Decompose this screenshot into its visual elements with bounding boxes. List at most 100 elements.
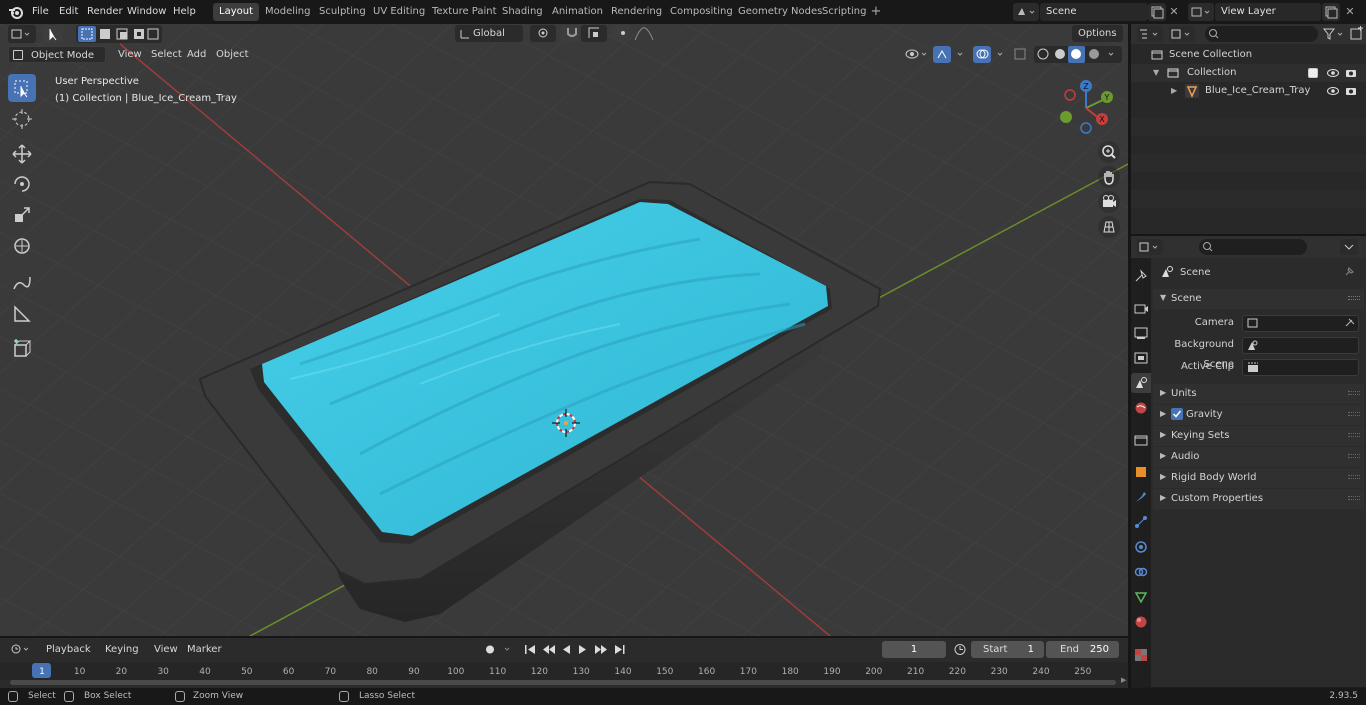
zoom-view-icon[interactable] [1098, 141, 1120, 163]
data-tab-icon[interactable] [1133, 589, 1149, 605]
modifier-tab-icon[interactable] [1133, 489, 1149, 505]
collection-exclude-checkbox[interactable] [1308, 68, 1318, 78]
3d-viewport[interactable]: Object Mode View Select Add Object Globa… [0, 24, 1128, 636]
cursor-tool-icon[interactable] [8, 105, 36, 133]
collection-render-icon[interactable] [1344, 66, 1358, 80]
expand-custom-properties-icon[interactable]: ▶ [1160, 493, 1166, 502]
move-tool-icon[interactable] [8, 140, 36, 168]
scene-tab-icon[interactable] [1133, 375, 1149, 391]
material-tab-icon[interactable] [1133, 614, 1149, 630]
viewport-menu-add[interactable]: Add [181, 46, 212, 63]
properties-search-input[interactable] [1199, 239, 1307, 255]
annotate-tool-icon[interactable] [8, 269, 36, 297]
selection-mode-group[interactable] [76, 25, 162, 43]
overlays-toggle-icon[interactable] [973, 46, 1007, 63]
end-frame-field[interactable]: End 250 [1046, 641, 1119, 658]
particles-tab-icon[interactable] [1133, 514, 1149, 530]
drag-handle-icon[interactable] [1348, 296, 1360, 300]
background-scene-field[interactable] [1242, 337, 1359, 354]
preview-range-icon[interactable] [952, 641, 968, 658]
outliner-row-scene-collection[interactable]: Scene Collection [1131, 46, 1366, 64]
collapse-scene-icon[interactable]: ▼ [1160, 293, 1166, 302]
select-box-tool-icon[interactable] [8, 74, 36, 102]
new-collection-icon[interactable] [1349, 26, 1365, 42]
falloff-icon[interactable] [633, 26, 655, 42]
tab-sculpting[interactable]: Sculpting [313, 3, 372, 21]
snap-icon[interactable] [561, 25, 579, 42]
playback-dropdown[interactable]: Playback [40, 641, 96, 658]
collection-visibility-icon[interactable] [1326, 66, 1340, 80]
menu-edit[interactable]: Edit [54, 3, 83, 20]
visibility-filter-icon[interactable] [903, 46, 929, 63]
texture-tab-icon[interactable] [1133, 647, 1149, 663]
viewport-menu-view[interactable]: View [112, 46, 148, 63]
display-mode-icon[interactable] [1169, 26, 1195, 42]
menu-render[interactable]: Render [82, 3, 128, 20]
expand-rigid-body-icon[interactable]: ▶ [1160, 472, 1166, 481]
tab-geometry-nodes[interactable]: Geometry Nodes [732, 3, 828, 21]
scale-tool-icon[interactable] [8, 201, 36, 229]
view-layer-browse-icon[interactable] [1188, 3, 1214, 21]
collection-tab-icon[interactable] [1133, 432, 1149, 448]
world-tab-icon[interactable] [1133, 400, 1149, 416]
scene-name-field[interactable]: Scene [1040, 3, 1148, 21]
tab-compositing[interactable]: Compositing [664, 3, 739, 21]
camera-field[interactable] [1242, 315, 1359, 332]
auto-keying-icon[interactable] [480, 641, 516, 658]
new-view-layer-icon[interactable] [1322, 3, 1340, 21]
properties-options-icon[interactable] [1340, 239, 1358, 255]
pan-view-icon[interactable] [1098, 166, 1120, 188]
timeline-scrollbar[interactable] [10, 680, 1116, 685]
outliner-row-collection[interactable]: ▼ Collection [1131, 64, 1366, 82]
object-tab-icon[interactable] [1133, 464, 1149, 480]
expand-keying-sets-icon[interactable]: ▶ [1160, 430, 1166, 439]
new-scene-icon[interactable] [1148, 3, 1166, 21]
menu-window[interactable]: Window [122, 3, 171, 20]
view-layer-tab-icon[interactable] [1133, 350, 1149, 366]
pin-icon[interactable] [1342, 265, 1356, 279]
outliner-editor-type-icon[interactable] [1137, 26, 1163, 42]
tweak-select-icon[interactable] [43, 25, 63, 43]
object-render-icon[interactable] [1344, 84, 1358, 98]
outliner-search-input[interactable] [1205, 26, 1318, 42]
gizmo-toggle-icon[interactable] [933, 46, 967, 63]
expand-gravity-icon[interactable]: ▶ [1160, 409, 1166, 418]
timeline-menu-marker[interactable]: Marker [181, 641, 228, 658]
scroll-right-icon[interactable]: ▶ [1121, 676, 1127, 684]
tab-animation[interactable]: Animation [546, 3, 609, 21]
perspective-toggle-icon[interactable] [1098, 216, 1120, 238]
properties-editor-type-icon[interactable] [1137, 239, 1163, 255]
blender-logo-icon[interactable] [8, 4, 24, 20]
rotate-tool-icon[interactable] [8, 170, 36, 198]
drag-handle-icon[interactable] [1348, 433, 1360, 437]
tab-scripting[interactable]: Scripting [816, 3, 872, 21]
proportional-edit-icon[interactable] [612, 25, 630, 42]
filter-icon[interactable] [1321, 26, 1347, 42]
options-dropdown[interactable]: Options [1072, 25, 1123, 42]
delete-view-layer-icon[interactable]: ✕ [1343, 3, 1357, 21]
object-visibility-icon[interactable] [1326, 84, 1340, 98]
expand-object-icon[interactable]: ▶ [1171, 84, 1177, 98]
expand-units-icon[interactable]: ▶ [1160, 388, 1166, 397]
navigation-gizmo[interactable]: Z Y X [1055, 80, 1117, 136]
constraints-tab-icon[interactable] [1133, 564, 1149, 580]
scene-browse-icon[interactable] [1013, 3, 1039, 21]
view-layer-field[interactable]: View Layer [1215, 3, 1321, 21]
drag-handle-icon[interactable] [1348, 412, 1360, 416]
menu-file[interactable]: File [27, 3, 54, 20]
transform-tool-icon[interactable] [8, 232, 36, 260]
tab-layout[interactable]: Layout [213, 3, 259, 21]
drag-handle-icon[interactable] [1348, 454, 1360, 458]
measure-tool-icon[interactable] [8, 300, 36, 328]
tab-shading[interactable]: Shading [496, 3, 549, 21]
drag-handle-icon[interactable] [1348, 475, 1360, 479]
expand-audio-icon[interactable]: ▶ [1160, 451, 1166, 460]
tab-rendering[interactable]: Rendering [605, 3, 668, 21]
output-tab-icon[interactable] [1133, 325, 1149, 341]
drag-handle-icon[interactable] [1348, 391, 1360, 395]
viewport-menu-object[interactable]: Object [210, 46, 255, 63]
tab-texture-paint[interactable]: Texture Paint [426, 3, 503, 21]
start-frame-field[interactable]: Start 1 [971, 641, 1044, 658]
timeline-editor-type-icon[interactable] [8, 641, 34, 658]
physics-tab-icon[interactable] [1133, 539, 1149, 555]
